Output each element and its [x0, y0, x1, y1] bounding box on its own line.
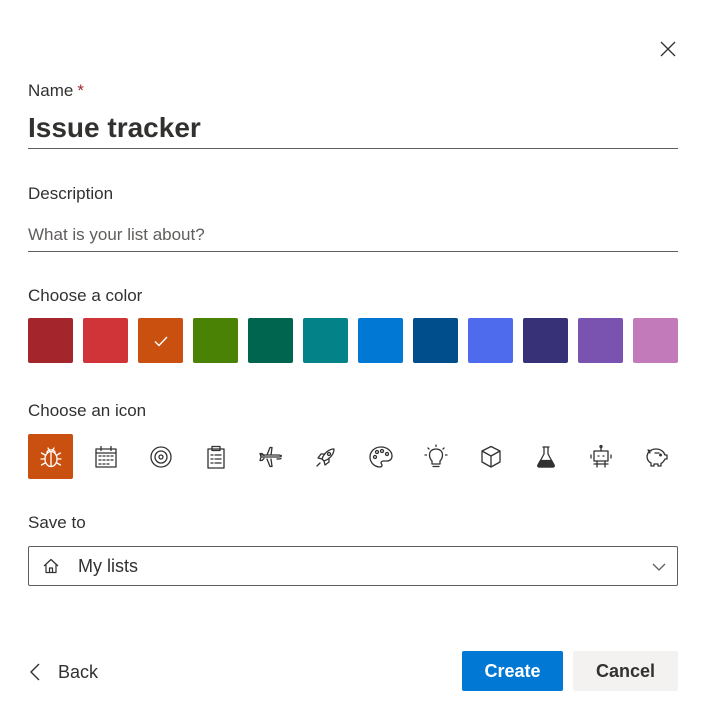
create-button[interactable]: Create	[462, 651, 563, 691]
save-to-dropdown[interactable]: My lists	[28, 546, 678, 586]
chevron-down-icon	[652, 563, 666, 571]
airplane-icon	[258, 446, 282, 467]
color-swatch[interactable]	[83, 318, 128, 363]
color-swatch[interactable]	[578, 318, 623, 363]
icon-option-palette[interactable]	[358, 434, 403, 479]
color-swatch[interactable]	[303, 318, 348, 363]
palette-icon	[368, 445, 393, 468]
icon-option-lightbulb[interactable]	[413, 434, 458, 479]
rocket-icon	[315, 447, 335, 467]
piggy-bank-icon	[645, 447, 668, 467]
close-button[interactable]	[655, 36, 681, 62]
cancel-button[interactable]: Cancel	[573, 651, 678, 691]
clipboard-icon	[206, 445, 225, 469]
chevron-left-icon	[30, 663, 40, 681]
target-icon	[149, 445, 172, 468]
icon-option-airplane[interactable]	[248, 434, 293, 479]
back-label: Back	[58, 661, 99, 682]
color-swatch[interactable]	[28, 318, 73, 363]
icon-option-target[interactable]	[138, 434, 183, 479]
checkmark-icon	[154, 336, 168, 347]
description-field[interactable]	[28, 218, 678, 252]
home-icon	[43, 558, 59, 574]
name-label: Name *	[28, 81, 84, 100]
color-swatch[interactable]	[358, 318, 403, 363]
color-swatch[interactable]	[413, 318, 458, 363]
calendar-icon	[94, 445, 117, 468]
close-icon	[660, 41, 676, 57]
description-label: Description	[28, 184, 114, 203]
required-mark: *	[77, 81, 84, 100]
save-to-label: Save to	[28, 513, 86, 532]
save-to-value: My lists	[78, 555, 138, 576]
cube-icon	[480, 445, 501, 468]
icon-option-cube[interactable]	[468, 434, 513, 479]
icon-option-clipboard[interactable]	[193, 434, 238, 479]
color-swatch[interactable]	[193, 318, 238, 363]
icon-label: Choose an icon	[28, 401, 147, 420]
name-field[interactable]: Issue tracker	[28, 110, 678, 149]
color-swatch[interactable]	[633, 318, 678, 363]
icon-option-bug[interactable]	[28, 434, 73, 479]
color-swatch[interactable]	[523, 318, 568, 363]
color-label: Choose a color	[28, 286, 143, 305]
color-swatch[interactable]	[468, 318, 513, 363]
icon-option-flask[interactable]	[523, 434, 568, 479]
color-swatch[interactable]	[138, 318, 183, 363]
icon-option-robot[interactable]	[578, 434, 623, 479]
color-picker	[28, 318, 678, 363]
icon-option-calendar[interactable]	[83, 434, 128, 479]
lightbulb-icon	[423, 443, 448, 467]
back-button[interactable]: Back	[28, 656, 98, 688]
icon-option-rocket[interactable]	[303, 434, 348, 479]
flask-icon	[536, 445, 555, 468]
icon-option-piggy-bank[interactable]	[633, 434, 678, 479]
icon-picker	[28, 434, 678, 479]
bug-icon	[39, 446, 62, 467]
color-swatch[interactable]	[248, 318, 293, 363]
robot-icon	[589, 444, 612, 468]
